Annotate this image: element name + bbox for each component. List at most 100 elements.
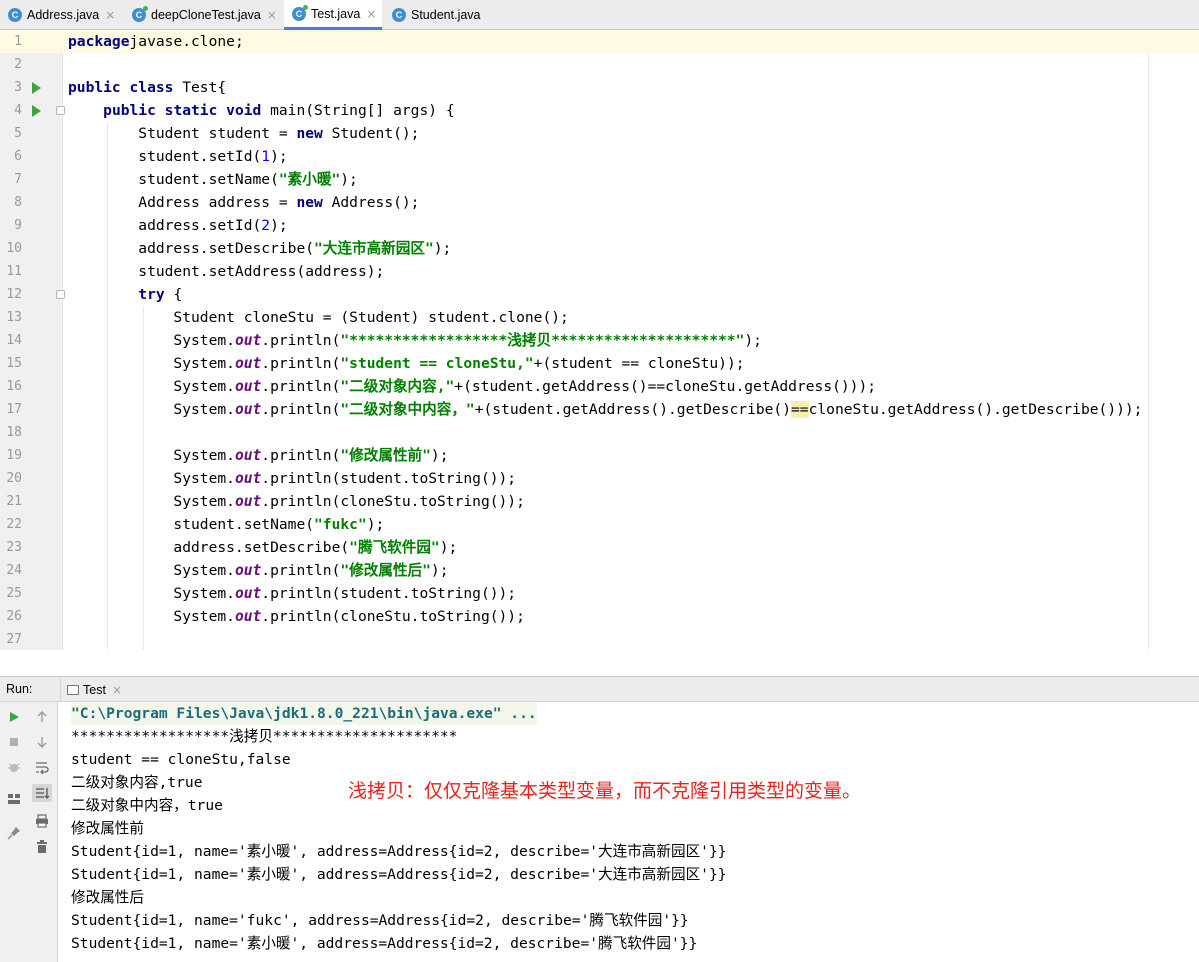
line-number: 16 [6, 379, 22, 394]
code-token: .println( [261, 562, 341, 579]
code-line[interactable]: 13 Student cloneStu = (Student) student.… [0, 306, 1199, 329]
fold-marker-icon[interactable] [56, 290, 65, 299]
tab-label: deepCloneTest.java [151, 8, 261, 22]
code-token: ); [430, 562, 449, 579]
code-token: cloneStu.getAddress().getDescribe())); [808, 401, 1143, 418]
code-token: "大连市高新园区" [314, 240, 434, 257]
pin-icon[interactable] [4, 824, 24, 842]
code-text: Address address = new Address(); [68, 191, 419, 214]
code-line[interactable]: 23 address.setDescribe("腾飞软件园"); [0, 536, 1199, 559]
code-token: Address(); [331, 194, 420, 211]
code-token: javase.clone; [129, 33, 244, 50]
rerun-icon[interactable] [4, 708, 24, 726]
print-icon[interactable] [32, 812, 52, 830]
code-text: Student student = new Student(); [68, 122, 419, 145]
scroll-up-icon[interactable] [32, 708, 52, 726]
code-token: out [234, 608, 262, 625]
code-token: .println( [261, 332, 341, 349]
code-line[interactable]: 7 student.setName("素小暖"); [0, 168, 1199, 191]
code-editor[interactable]: 1 packagejavase.clone; 2 3 public class Test… [0, 30, 1199, 650]
code-line[interactable]: 22 student.setName("fukc"); [0, 513, 1199, 536]
code-token: public class [68, 79, 183, 96]
code-token: .println( [261, 401, 341, 418]
console-line: 修改属性后 [71, 889, 144, 906]
console-line: 二级对象中内容，true [71, 797, 223, 814]
code-line[interactable]: 20 System.out.println(student.toString()… [0, 467, 1199, 490]
code-line[interactable]: 10 address.setDescribe("大连市高新园区"); [0, 237, 1199, 260]
code-token: Student cloneStu = (Student) student.clo… [68, 309, 569, 326]
code-text: System.out.println("二级对象内容,"+(student.ge… [68, 375, 876, 398]
code-token: .println(student.toString()); [261, 470, 517, 487]
close-icon[interactable]: × [112, 683, 122, 697]
code-line[interactable]: 24 System.out.println("修改属性后"); [0, 559, 1199, 582]
trash-icon[interactable] [32, 838, 52, 856]
code-line[interactable]: 18 [0, 421, 1199, 444]
tab-deepclonetest-java[interactable]: C deepCloneTest.java × [124, 0, 284, 30]
java-class-icon: C [132, 6, 148, 22]
scroll-to-end-icon[interactable] [32, 784, 52, 802]
close-icon[interactable]: × [267, 8, 277, 22]
code-line[interactable]: 17 System.out.println("二级对象中内容，"+(studen… [0, 398, 1199, 421]
run-tab-test[interactable]: Test × [60, 677, 128, 702]
code-text: System.out.println("student == cloneStu,… [68, 352, 744, 375]
tab-test-java[interactable]: C Test.java × [284, 0, 382, 30]
run-toolbar [0, 702, 58, 962]
close-icon[interactable]: × [366, 7, 376, 21]
code-line[interactable]: 16 System.out.println("二级对象内容,"+(student… [0, 375, 1199, 398]
console-line: Student{id=1, name='素小暖', address=Addres… [71, 866, 727, 883]
code-token: out [234, 355, 262, 372]
code-text: student.setAddress(address); [68, 260, 384, 283]
tab-label: Test.java [311, 6, 361, 21]
code-token: Student(); [331, 125, 420, 142]
code-line[interactable]: 14 System.out.println("*****************… [0, 329, 1199, 352]
console-line: student == cloneStu,false [71, 751, 291, 768]
code-text: System.out.println(cloneStu.toString()); [68, 605, 524, 628]
line-number: 1 [14, 34, 22, 49]
code-token: out [234, 401, 262, 418]
soft-wrap-icon[interactable] [32, 758, 52, 776]
code-token: .println(student.toString()); [261, 585, 517, 602]
code-line[interactable]: 25 System.out.println(student.toString()… [0, 582, 1199, 605]
console-line: ******************浅拷贝*******************… [71, 728, 458, 745]
console-output[interactable]: "C:\Program Files\Java\jdk1.8.0_221\bin\… [58, 702, 1199, 962]
run-gutter-icon[interactable] [32, 82, 41, 94]
run-gutter-icon[interactable] [32, 105, 41, 117]
tab-student-java[interactable]: C Student.java [384, 0, 494, 30]
code-text: address.setDescribe("大连市高新园区"); [68, 237, 451, 260]
close-icon[interactable]: × [105, 8, 115, 22]
code-token: Address address = [68, 194, 297, 211]
code-line[interactable]: 12 try { [0, 283, 1199, 306]
code-line[interactable]: 4 public static void main(String[] args)… [0, 99, 1199, 122]
fold-marker-icon[interactable] [56, 106, 65, 115]
layout-icon[interactable] [4, 790, 24, 808]
debug-icon[interactable] [4, 758, 24, 776]
code-line[interactable]: 11 student.setAddress(address); [0, 260, 1199, 283]
code-line[interactable]: 6 student.setId(1); [0, 145, 1199, 168]
code-line[interactable]: 15 System.out.println("student == cloneS… [0, 352, 1199, 375]
stop-icon[interactable] [4, 733, 24, 751]
code-line[interactable]: 9 address.setId(2); [0, 214, 1199, 237]
code-line[interactable]: 27 [0, 628, 1199, 650]
tab-address-java[interactable]: C Address.java × [0, 0, 118, 30]
code-line[interactable]: 5 Student student = new Student(); [0, 122, 1199, 145]
code-line[interactable]: 3 public class Test{ [0, 76, 1199, 99]
code-token: "二级对象内容," [340, 378, 455, 395]
code-line[interactable]: 26 System.out.println(cloneStu.toString(… [0, 605, 1199, 628]
code-token: out [234, 493, 262, 510]
line-number: 27 [6, 632, 22, 647]
code-token: +(student.getAddress()==cloneStu.getAddr… [454, 378, 877, 395]
code-line[interactable]: 19 System.out.println("修改属性前"); [0, 444, 1199, 467]
code-line[interactable]: 21 System.out.println(cloneStu.toString(… [0, 490, 1199, 513]
code-text: student.setId(1); [68, 145, 296, 168]
scroll-down-icon[interactable] [32, 733, 52, 751]
code-token: "fukc" [314, 516, 367, 533]
console-line: 二级对象内容,true [71, 774, 203, 791]
line-number: 13 [6, 310, 22, 325]
code-token: Student student = [68, 125, 297, 142]
code-token: address.setId( [68, 217, 262, 234]
code-line[interactable]: 8 Address address = new Address(); [0, 191, 1199, 214]
code-line[interactable]: 1 packagejavase.clone; [0, 30, 1199, 53]
code-line[interactable]: 2 [0, 53, 1199, 76]
code-token: address.setDescribe( [68, 539, 350, 556]
